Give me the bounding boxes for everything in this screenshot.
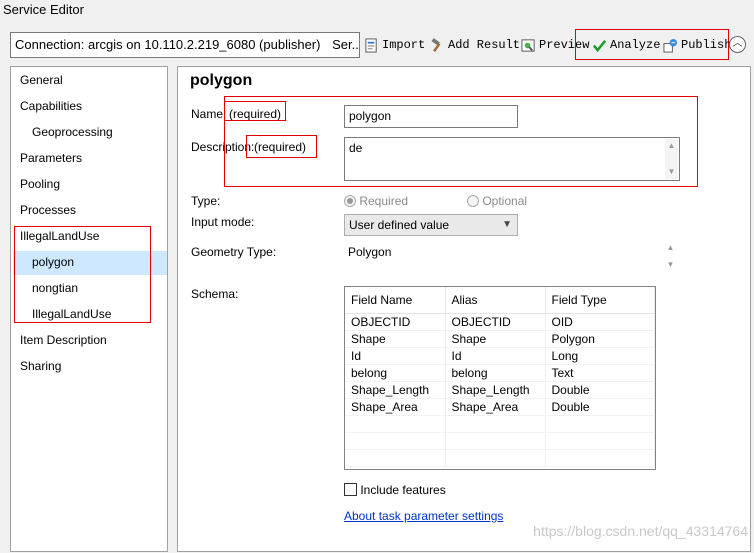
type-label: Type: — [191, 194, 221, 208]
radio-selected-icon — [344, 195, 356, 207]
empty-row — [345, 449, 655, 467]
type-optional-radio[interactable]: Optional — [467, 194, 527, 208]
schema-header-field-name[interactable]: Field Name — [345, 287, 446, 314]
sidebar-item-capabilities[interactable]: Capabilities — [20, 99, 82, 113]
input-mode-label: Input mode: — [191, 215, 255, 229]
radio-unselected-icon — [467, 195, 479, 207]
analyze-button[interactable]: Analyze — [592, 35, 660, 55]
watermark: https://blog.csdn.net/qq_43314764 — [533, 523, 748, 539]
sidebar-item-item-description[interactable]: Item Description — [20, 333, 107, 347]
include-features-checkbox[interactable]: Include features — [344, 483, 446, 497]
schema-header-row: Field Name Alias Field Type — [345, 287, 655, 314]
table-row[interactable]: Shape_Area Shape_Area Double — [345, 398, 655, 416]
schema-grid: Field Name Alias Field Type OBJECTID OBJE… — [345, 287, 655, 467]
geometry-type-label: Geometry Type: — [191, 245, 277, 259]
about-settings-link[interactable]: About task parameter settings — [344, 509, 503, 523]
input-mode-select[interactable]: User defined value ▼ — [344, 214, 518, 236]
geometry-scrollbar[interactable]: ▲ ▼ — [664, 243, 677, 277]
parameter-panel: polygon Name: (required) polygon Descrip… — [177, 66, 751, 552]
chevron-down-icon: ▼ — [502, 219, 512, 230]
scroll-up-icon: ▲ — [666, 243, 675, 252]
checkmark-icon — [592, 39, 607, 52]
window-title: Service Editor — [3, 2, 84, 17]
connection-text: Connection: arcgis on 10.110.2.219_6080 … — [15, 37, 321, 52]
name-description-highlight — [224, 96, 698, 187]
sidebar-item-geoprocessing[interactable]: Geoprocessing — [32, 125, 113, 139]
table-row[interactable]: Shape_Length Shape_Length Double — [345, 381, 655, 399]
table-row[interactable]: Id Id Long — [345, 347, 655, 365]
sidebar-item-parameters[interactable]: Parameters — [20, 151, 82, 165]
sidebar-params-highlight — [14, 226, 151, 323]
chevron-up-icon: ︿ — [732, 38, 743, 49]
sidebar-item-pooling[interactable]: Pooling — [20, 177, 60, 191]
table-row[interactable]: belong belong Text — [345, 364, 655, 382]
schema-label: Schema: — [191, 287, 239, 301]
scroll-down-icon: ▼ — [666, 260, 675, 269]
empty-row — [345, 415, 655, 433]
name-label: Name: — [191, 107, 227, 121]
geometry-type-value: Polygon — [348, 245, 392, 259]
import-button[interactable]: Import — [364, 35, 425, 55]
preview-icon — [521, 38, 535, 52]
connection-more-text: Ser... — [332, 37, 360, 52]
table-row[interactable]: Shape Shape Polygon — [345, 330, 655, 348]
publish-icon — [663, 38, 678, 53]
schema-header-alias[interactable]: Alias — [445, 287, 546, 314]
table-row[interactable]: OBJECTID OBJECTID OID — [345, 313, 655, 331]
import-icon — [365, 37, 377, 53]
page-title: polygon — [190, 72, 253, 89]
empty-row — [345, 432, 655, 450]
connection-field[interactable]: Connection: arcgis on 10.110.2.219_6080 … — [10, 32, 360, 58]
add-result-button[interactable]: Add Result — [430, 35, 520, 55]
schema-table[interactable]: Field Name Alias Field Type OBJECTID OBJE… — [344, 286, 656, 470]
sidebar-item-processes[interactable]: Processes — [20, 203, 76, 217]
hammer-icon — [431, 37, 441, 52]
collapse-button[interactable]: ︿ — [729, 36, 746, 53]
publish-button[interactable]: Publish — [663, 35, 731, 55]
type-required-radio[interactable]: Required — [344, 194, 408, 208]
sidebar-item-general[interactable]: General — [20, 73, 63, 87]
sidebar-item-sharing[interactable]: Sharing — [20, 359, 61, 373]
schema-header-field-type[interactable]: Field Type — [545, 287, 655, 314]
checkbox-unchecked-icon — [344, 483, 357, 496]
